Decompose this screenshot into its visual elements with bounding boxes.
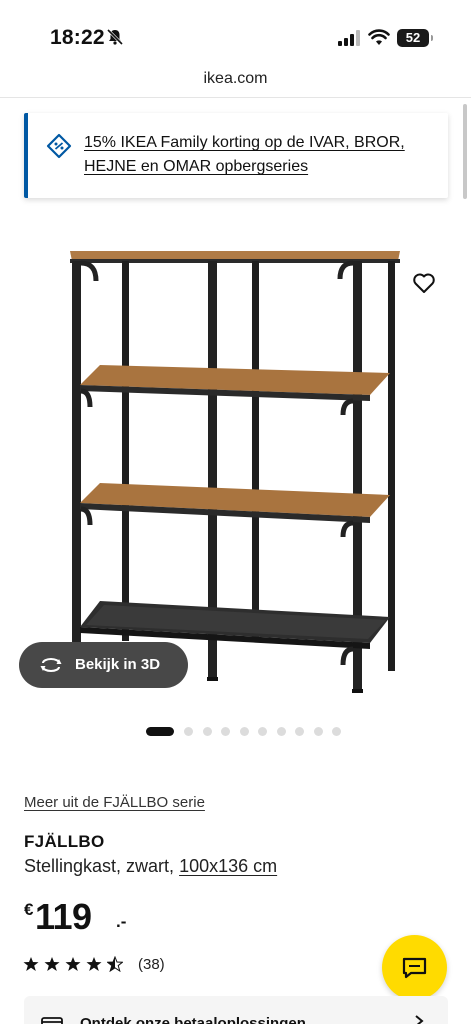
- carousel-dot-active[interactable]: [146, 726, 174, 736]
- product-type: Stellingkast, zwart,: [24, 856, 180, 876]
- product-image-gallery[interactable]: [0, 215, 471, 710]
- star-full-icon: [65, 957, 81, 971]
- chat-button[interactable]: [382, 935, 447, 1000]
- rating[interactable]: (38): [23, 954, 165, 974]
- carousel-dot[interactable]: [239, 726, 249, 736]
- review-count: (38): [138, 955, 165, 973]
- promo-link[interactable]: 15% IKEA Family korting op de IVAR, BROR…: [84, 131, 434, 179]
- bell-slash-icon: [106, 28, 124, 46]
- carousel-dot[interactable]: [184, 726, 193, 736]
- heart-icon[interactable]: [412, 272, 436, 294]
- price-decimal: .-: [116, 912, 127, 931]
- status-bar: 18:22 52: [0, 0, 471, 62]
- price-integer: 119: [35, 896, 92, 937]
- product-description: Stellingkast, zwart, 100x136 cm: [24, 856, 277, 877]
- scrollbar[interactable]: [463, 104, 467, 199]
- carousel-dots[interactable]: [146, 726, 351, 736]
- battery-icon: 52: [397, 29, 433, 47]
- chevron-right-icon: [415, 1015, 424, 1024]
- view-in-3d-label: Bekijk in 3D: [75, 656, 161, 673]
- product-photo: [70, 251, 400, 693]
- product-dimensions-link[interactable]: 100x136 cm: [179, 856, 277, 876]
- chat-bubble-icon: [402, 957, 427, 979]
- carousel-dot[interactable]: [258, 726, 267, 736]
- star-full-icon: [44, 957, 60, 971]
- cellular-signal-icon: [338, 30, 360, 46]
- address-bar[interactable]: ikea.com: [0, 62, 471, 98]
- carousel-dot[interactable]: [221, 726, 230, 736]
- discount-tag-icon: [46, 133, 72, 159]
- payment-options-label: Ontdek onze betaaloplossingen: [80, 1015, 306, 1024]
- star-half-icon: [107, 956, 123, 972]
- star-full-icon: [86, 957, 102, 971]
- payment-icon: [41, 1017, 63, 1024]
- product-name: FJÄLLBO: [24, 832, 105, 851]
- carousel-dot[interactable]: [313, 726, 323, 736]
- wifi-icon: [368, 29, 390, 45]
- carousel-dot[interactable]: [202, 726, 212, 736]
- series-link[interactable]: Meer uit de FJÄLLBO serie: [24, 794, 205, 811]
- url-text: ikea.com: [203, 70, 268, 87]
- star-full-icon: [23, 957, 39, 971]
- carousel-dot[interactable]: [276, 726, 286, 736]
- payment-options-banner[interactable]: Ontdek onze betaaloplossingen: [24, 996, 448, 1024]
- carousel-dot[interactable]: [295, 726, 304, 736]
- carousel-dot[interactable]: [332, 726, 341, 736]
- status-time: 18:22: [50, 26, 105, 49]
- rotate-3d-icon: [40, 658, 62, 672]
- view-in-3d-button[interactable]: Bekijk in 3D: [19, 642, 188, 688]
- price-currency: €: [24, 900, 34, 919]
- promo-banner[interactable]: 15% IKEA Family korting op de IVAR, BROR…: [24, 113, 448, 198]
